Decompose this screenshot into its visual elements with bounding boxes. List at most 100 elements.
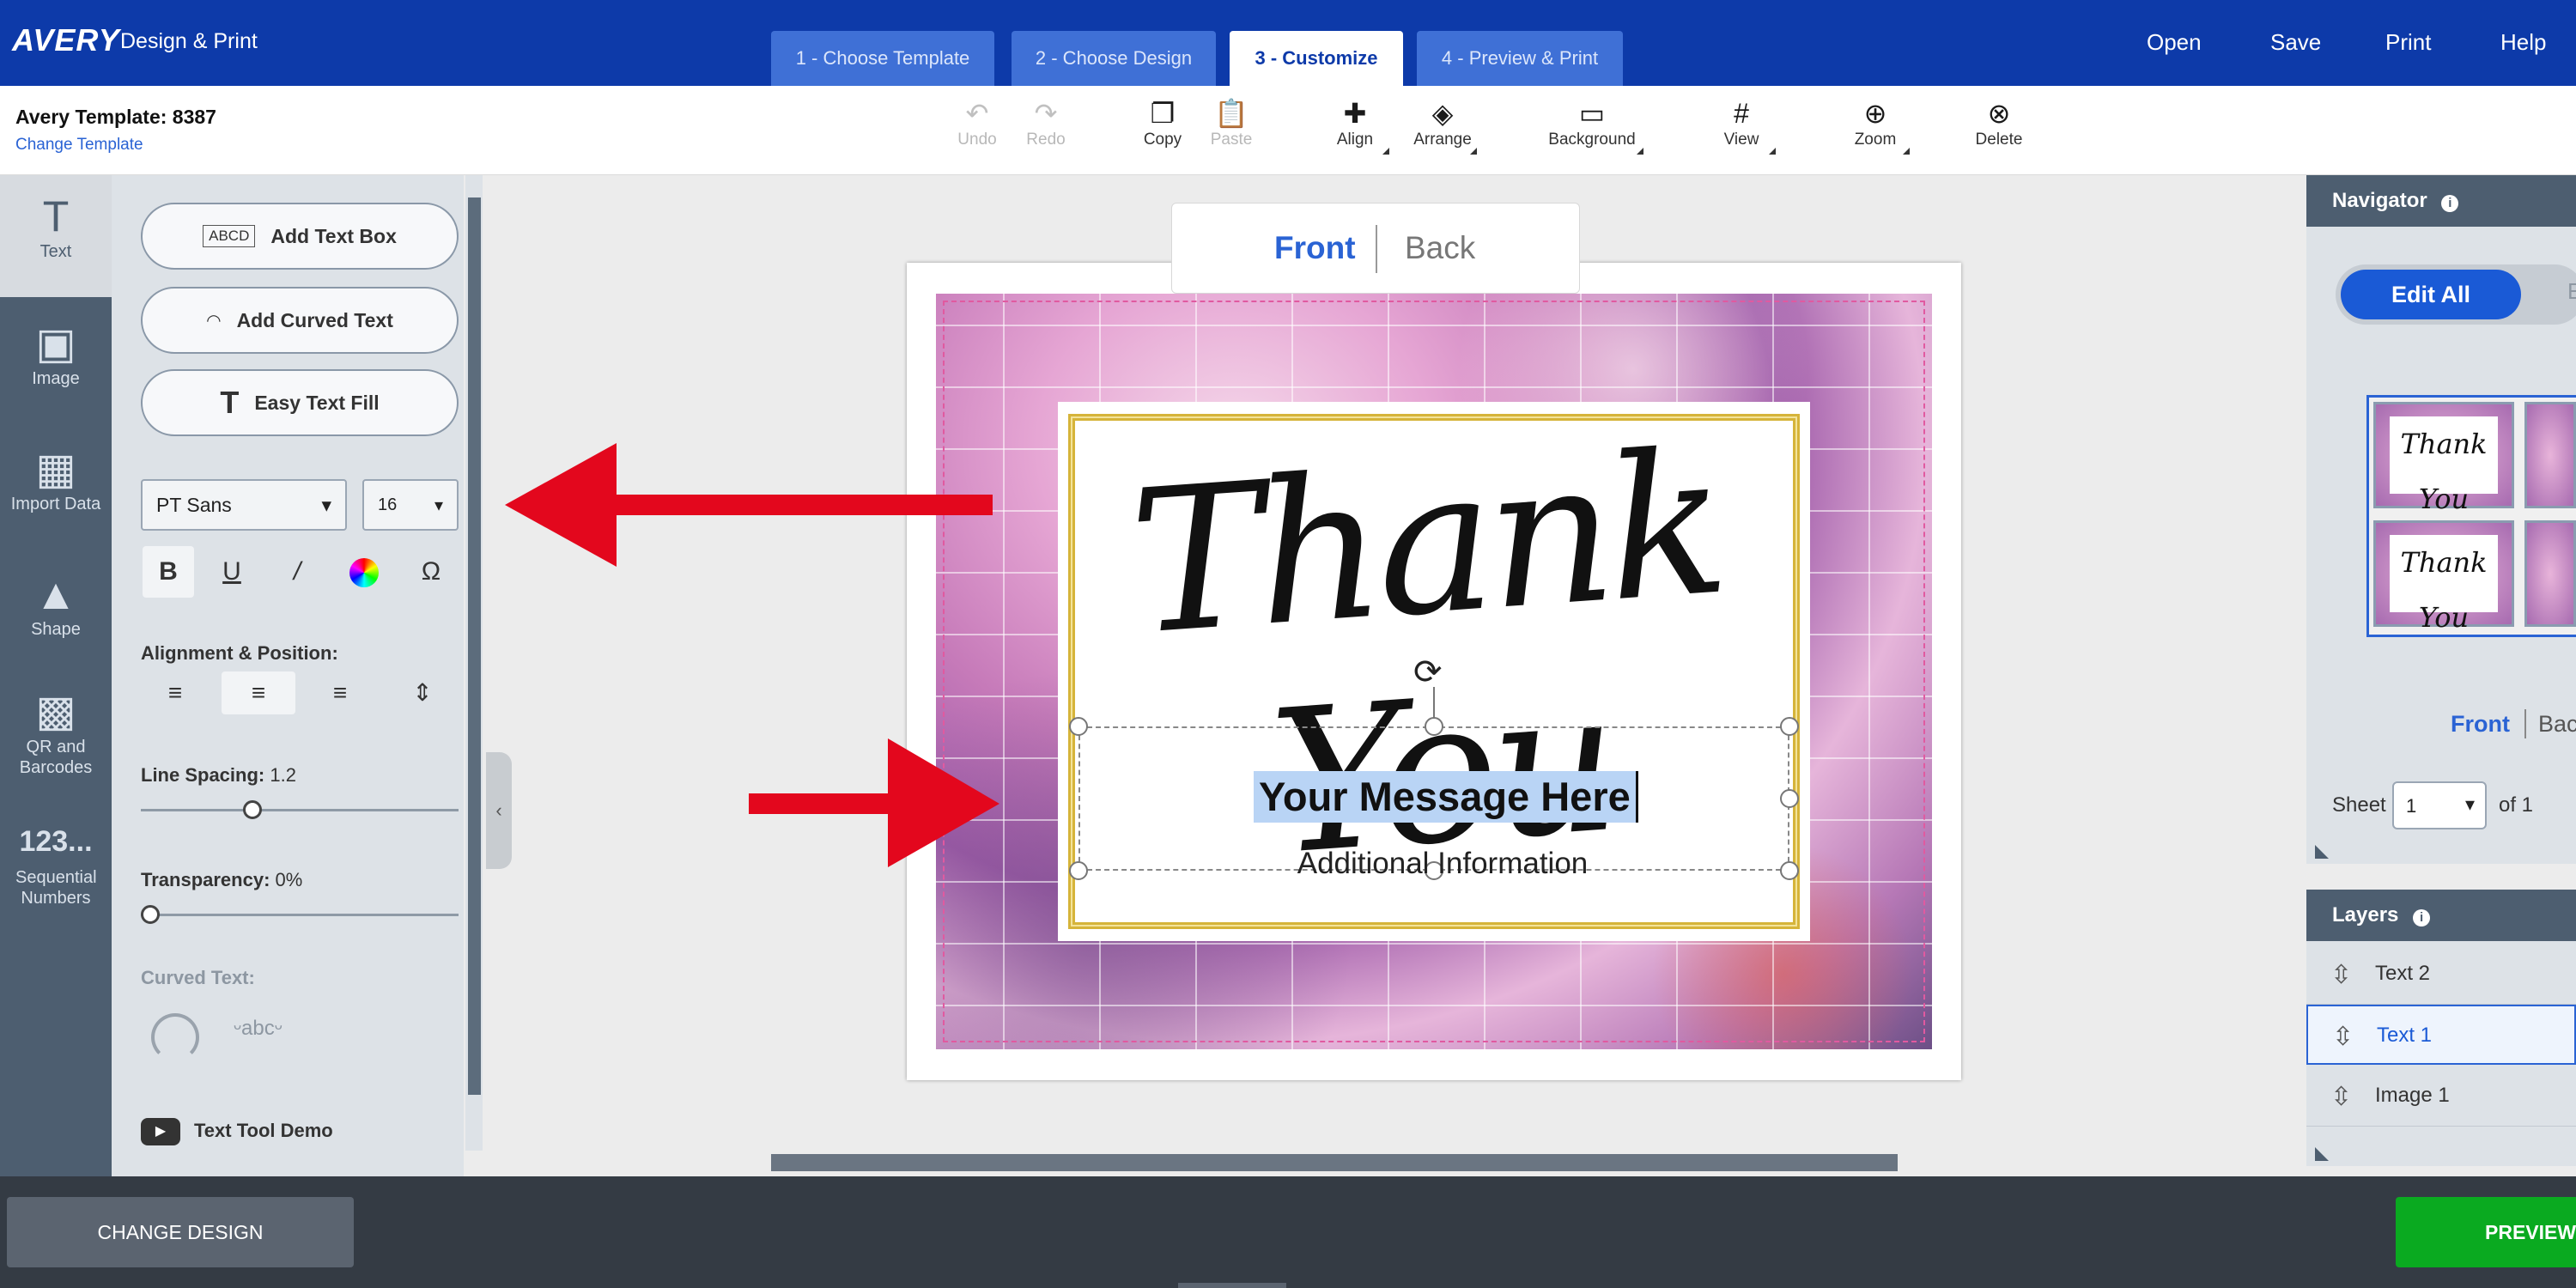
transparency-slider[interactable] — [141, 914, 459, 916]
sidebar-item-sequential[interactable]: 123... Sequential Numbers — [0, 816, 112, 908]
edit-one-button[interactable]: E — [2567, 278, 2576, 305]
resize-handle-bottom-left[interactable] — [1069, 861, 1088, 880]
layer-item-image-1[interactable]: ⇳ Image 1 — [2306, 1066, 2576, 1127]
bold-button[interactable]: B — [143, 546, 194, 598]
navigator-header[interactable]: Navigator i — [2306, 175, 2576, 227]
curve-circle-icon[interactable] — [151, 1013, 199, 1061]
print-button[interactable]: Print — [2385, 29, 2431, 56]
text-fill-icon: T — [220, 385, 240, 420]
transparency-slider-handle[interactable] — [141, 905, 160, 924]
back-tab[interactable]: Back — [1405, 230, 1475, 266]
layers-header[interactable]: Layers i — [2306, 890, 2576, 941]
message-text[interactable]: Your Message Here — [1254, 771, 1638, 823]
abcd-icon: ABCD — [203, 225, 256, 247]
arrange-button[interactable]: ◈ Arrange — [1400, 96, 1485, 155]
text-icon: T — [42, 192, 70, 240]
sheet-label: Sheet — [2332, 793, 2386, 817]
edit-all-button[interactable]: Edit All — [2341, 270, 2521, 319]
step-preview-print[interactable]: 4 - Preview & Print — [1417, 31, 1623, 86]
sidebar-item-shape[interactable]: ▲ Shape — [0, 568, 112, 640]
easy-text-fill-button[interactable]: T Easy Text Fill — [141, 369, 459, 436]
text-tool-demo-link[interactable]: Text Tool Demo — [194, 1120, 333, 1142]
bottom-drawer-handle[interactable] — [1178, 1283, 1286, 1288]
line-spacing-slider[interactable] — [141, 809, 459, 811]
avery-logo[interactable]: AVERY — [12, 22, 120, 58]
video-icon[interactable]: ▶ — [141, 1118, 180, 1145]
align-center-button[interactable]: ≡ — [222, 671, 295, 714]
line-spacing-title: Line Spacing: — [141, 764, 265, 786]
sidebar-item-qr[interactable]: ▩ QR and Barcodes — [0, 685, 112, 778]
align-button[interactable]: ✚ Align — [1312, 96, 1398, 155]
curve-arc-icon[interactable]: ᵕabcᵕ — [234, 1017, 283, 1041]
thumbnail-label[interactable] — [2524, 520, 2576, 627]
sheet-count: of 1 — [2499, 793, 2534, 817]
sheet-select[interactable]: 1 ▾ — [2392, 781, 2487, 829]
step-choose-design[interactable]: 2 - Choose Design — [1012, 31, 1216, 86]
step-choose-template[interactable]: 1 - Choose Template — [771, 31, 994, 86]
info-icon[interactable]: i — [2441, 195, 2459, 212]
resize-corner-icon[interactable] — [2315, 845, 2329, 859]
resize-handle-bottom-right[interactable] — [1780, 861, 1799, 880]
layers-icon: ◈ — [1431, 98, 1454, 129]
sidebar-item-text[interactable]: T Text — [0, 191, 112, 262]
open-button[interactable]: Open — [2147, 29, 2202, 56]
line-spacing-slider-handle[interactable] — [242, 800, 262, 819]
canvas-horizontal-scrollbar[interactable] — [771, 1154, 1898, 1171]
add-curved-text-button[interactable]: ◠ Add Curved Text — [141, 287, 459, 354]
align-left-button[interactable]: ≡ — [149, 671, 201, 714]
preview-button[interactable]: PREVIEW — [2396, 1197, 2576, 1267]
align-left-icon: ≡ — [167, 679, 183, 706]
info-icon[interactable]: i — [2413, 909, 2431, 927]
text-color-button[interactable] — [338, 546, 390, 598]
background-icon: ▭ — [1578, 98, 1606, 129]
drag-handle-icon[interactable]: ⇳ — [2332, 1022, 2354, 1052]
underline-button[interactable]: U — [206, 546, 258, 598]
navigator-front-tab[interactable]: Front — [2451, 711, 2510, 738]
panel-scrollbar-thumb[interactable] — [468, 197, 481, 1095]
paste-icon: 📋 — [1214, 98, 1249, 129]
change-design-button[interactable]: CHANGE DESIGN — [7, 1197, 354, 1267]
change-template-link[interactable]: Change Template — [15, 136, 143, 155]
font-size-value: 16 — [378, 495, 398, 514]
drag-handle-icon[interactable]: ⇳ — [2330, 1082, 2352, 1112]
step-customize[interactable]: 3 - Customize — [1230, 31, 1403, 86]
resize-corner-icon[interactable] — [2315, 1147, 2329, 1161]
paste-button[interactable]: 📋 Paste — [1188, 96, 1274, 149]
rotate-handle-icon[interactable]: ⟳ — [1413, 653, 1443, 692]
sidebar-item-import-data[interactable]: ▦ Import Data — [0, 443, 112, 514]
resize-handle-top-right[interactable] — [1780, 717, 1799, 736]
navigator-back-tab[interactable]: Back — [2538, 711, 2576, 738]
save-button[interactable]: Save — [2270, 29, 2321, 56]
additional-info-text[interactable]: Additional Information — [1271, 847, 1614, 881]
color-wheel-icon — [349, 558, 379, 588]
background-label: Background — [1548, 131, 1636, 149]
layer-item-text-2[interactable]: ⇳ Text 2 — [2306, 945, 2576, 1005]
special-characters-button[interactable]: Ω — [405, 546, 457, 598]
add-text-box-button[interactable]: ABCD Add Text Box — [141, 203, 459, 270]
thumbnail-label[interactable]: Thank You — [2373, 520, 2514, 634]
zoom-button[interactable]: ⊕ Zoom — [1832, 96, 1918, 155]
align-right-button[interactable]: ≡ — [314, 671, 366, 714]
front-tab[interactable]: Front — [1274, 230, 1356, 266]
resize-handle-top-left[interactable] — [1069, 717, 1088, 736]
view-button[interactable]: # View — [1698, 96, 1784, 155]
sidebar-item-label: Sequential Numbers — [15, 868, 97, 908]
italic-button[interactable]: / — [271, 546, 323, 598]
vertical-align-button[interactable]: ⇕ — [397, 671, 448, 714]
resize-handle-top[interactable] — [1425, 717, 1443, 736]
layer-item-text-1[interactable]: ⇳ Text 1 — [2306, 1005, 2576, 1065]
redo-button[interactable]: ↷ Redo — [1003, 96, 1089, 149]
font-size-select[interactable]: 16 ▾ — [362, 479, 459, 531]
help-button[interactable]: Help — [2500, 29, 2546, 56]
sidebar-item-image[interactable]: ▣ Image — [0, 318, 112, 389]
sidebar-item-label: Image — [32, 369, 80, 388]
thumbnail-label[interactable]: Thank You — [2373, 402, 2514, 515]
font-family-select[interactable]: PT Sans ▾ — [141, 479, 347, 531]
drag-handle-icon[interactable]: ⇳ — [2330, 960, 2352, 990]
background-button[interactable]: ▭ Background — [1532, 96, 1652, 155]
thumbnail-label[interactable] — [2524, 402, 2576, 508]
add-curved-text-label: Add Curved Text — [236, 308, 393, 331]
delete-button[interactable]: ⊗ Delete — [1956, 96, 2042, 149]
resize-handle-right[interactable] — [1780, 789, 1799, 808]
alignment-label: Alignment & Position: — [141, 642, 338, 664]
